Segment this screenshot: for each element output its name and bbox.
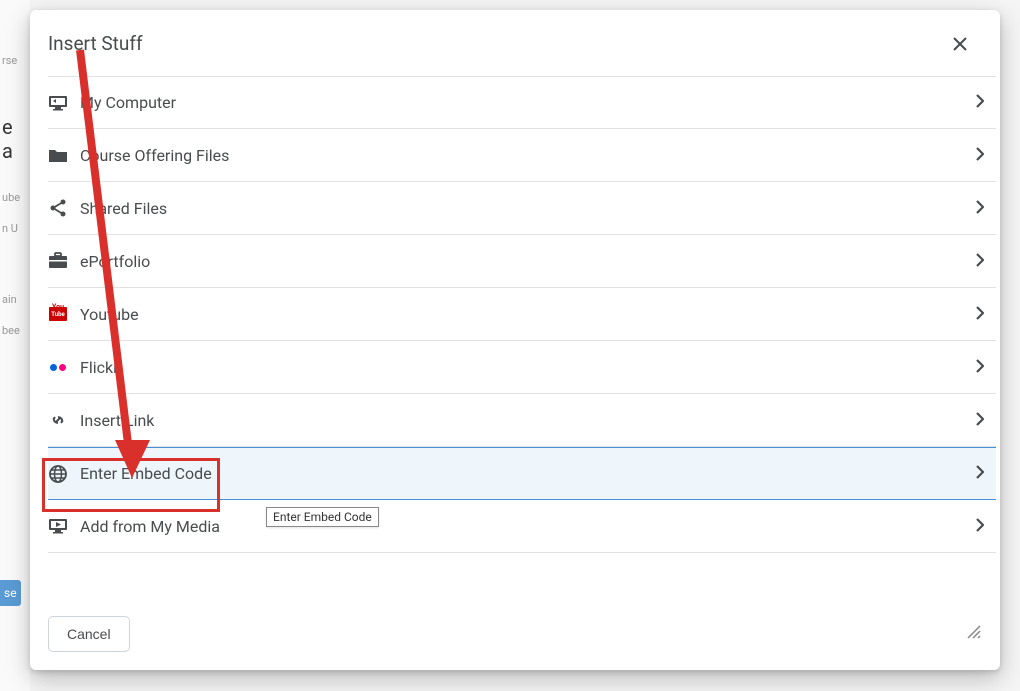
chevron-right-icon	[976, 464, 984, 483]
youtube-icon	[48, 304, 68, 324]
chevron-right-icon	[976, 252, 984, 271]
stuff-item-youtube[interactable]: Youtube	[48, 288, 996, 341]
stuff-item-insert-link[interactable]: Insert Link	[48, 394, 996, 447]
insert-stuff-dialog: Insert Stuff My Computer Course Offering …	[30, 10, 1000, 670]
stuff-item-course-offering-files[interactable]: Course Offering Files	[48, 129, 996, 182]
chevron-right-icon	[976, 93, 984, 112]
insert-stuff-list: My Computer Course Offering Files Shared F…	[30, 76, 996, 602]
stuff-item-label: ePortfolio	[80, 252, 976, 271]
resize-handle-icon	[966, 624, 982, 640]
chevron-right-icon	[976, 199, 984, 218]
dialog-header: Insert Stuff	[30, 10, 1000, 66]
close-button[interactable]	[948, 32, 972, 56]
media-icon	[48, 516, 68, 536]
chevron-right-icon	[976, 411, 984, 430]
stuff-item-label: My Computer	[80, 93, 976, 112]
stuff-item-label: Youtube	[80, 305, 976, 324]
dialog-footer: Cancel	[30, 602, 1000, 670]
chevron-right-icon	[976, 146, 984, 165]
close-icon	[953, 37, 967, 51]
chevron-right-icon	[976, 358, 984, 377]
chevron-right-icon	[976, 305, 984, 324]
resize-handle[interactable]	[966, 624, 982, 644]
stuff-item-enter-embed-code[interactable]: Enter Embed Code	[48, 447, 996, 500]
flickr-icon	[48, 357, 68, 377]
folder-icon	[48, 145, 68, 165]
display-icon	[48, 93, 68, 113]
stuff-item-label: Course Offering Files	[80, 146, 976, 165]
chevron-right-icon	[976, 517, 984, 536]
stuff-item-eportfolio[interactable]: ePortfolio	[48, 235, 996, 288]
stuff-item-label: Flickr	[80, 358, 976, 377]
background-button-fragment: se	[0, 580, 21, 606]
stuff-item-add-from-my-media[interactable]: Add from My Media	[48, 500, 996, 553]
stuff-item-label: Shared Files	[80, 199, 976, 218]
globe-icon	[48, 464, 68, 484]
tooltip-enter-embed-code: Enter Embed Code	[266, 507, 379, 527]
link-icon	[48, 410, 68, 430]
dialog-title: Insert Stuff	[48, 32, 143, 55]
stuff-item-label: Add from My Media	[80, 517, 976, 536]
cancel-button[interactable]: Cancel	[48, 616, 130, 652]
stuff-item-label: Enter Embed Code	[80, 464, 976, 483]
briefcase-icon	[48, 251, 68, 271]
stuff-item-my-computer[interactable]: My Computer	[48, 76, 996, 129]
stuff-item-label: Insert Link	[80, 411, 976, 430]
stuff-item-flickr[interactable]: Flickr	[48, 341, 996, 394]
stuff-item-shared-files[interactable]: Shared Files	[48, 182, 996, 235]
share-icon	[48, 198, 68, 218]
